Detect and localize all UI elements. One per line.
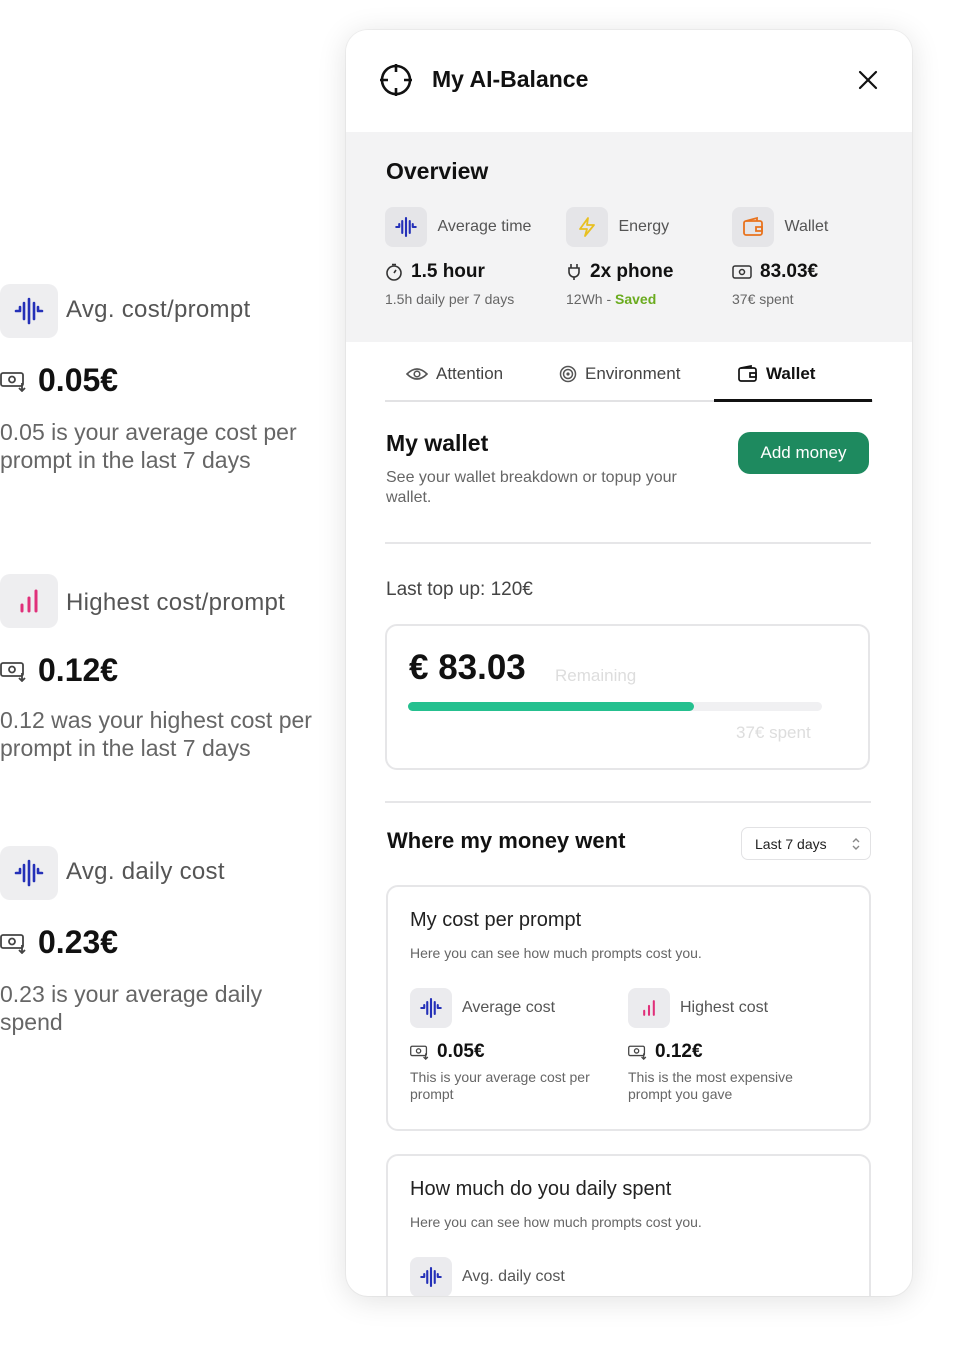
plug-icon	[568, 264, 580, 280]
overview-value: 83.03€	[732, 261, 828, 283]
money-icon	[410, 1045, 429, 1060]
wallet-desc: See your wallet breakdown or topup your …	[386, 469, 677, 506]
close-icon[interactable]	[858, 70, 878, 90]
wallet-icon	[738, 365, 757, 382]
overview-value: 2x phone	[566, 261, 673, 283]
left-label-avg-cost: Avg. cost/prompt	[66, 296, 251, 323]
last-topup: Last top up: 120€	[386, 579, 533, 600]
overview-heading: Overview	[386, 158, 489, 184]
daily-spend-card: How much do you daily spent Here you can…	[386, 1154, 871, 1296]
overview-label: Energy	[618, 218, 670, 235]
wallet-title: My wallet	[386, 430, 489, 456]
highest-cost-label: Highest cost	[680, 999, 769, 1016]
eye-icon	[406, 368, 428, 380]
left-desc-avg-cost: 0.05 is your average cost per prompt in …	[0, 419, 297, 473]
avg-cost-desc: This is your average cost per prompt	[410, 1069, 590, 1102]
avg-cost-header: Average cost	[410, 988, 555, 1028]
panel-title: My AI-Balance	[432, 66, 589, 92]
tab-wallet[interactable]: Wallet	[738, 364, 815, 384]
remaining-label: Remaining	[555, 666, 637, 685]
spent-label: 37€ spent	[736, 723, 811, 742]
tab-attention[interactable]: Attention	[406, 364, 503, 384]
money-icon	[628, 1045, 647, 1060]
card-desc: Here you can see how much prompts cost y…	[410, 945, 702, 961]
crosshair-icon	[380, 64, 412, 96]
overview-sub: 1.5h daily per 7 days	[385, 291, 515, 307]
left-value-avg-cost: 0.05€	[0, 362, 118, 399]
money-icon	[0, 661, 26, 682]
period-select[interactable]: Last 7 days	[741, 827, 871, 860]
highest-cost-desc: This is the most expensive prompt you ga…	[628, 1069, 793, 1102]
bar-icon	[628, 988, 670, 1028]
left-value-avg-daily: 0.23€	[0, 924, 118, 961]
progress-track	[408, 702, 822, 711]
wallet-icon	[732, 207, 774, 247]
card-title: My cost per prompt	[410, 909, 582, 931]
saved-label: Saved	[615, 291, 657, 307]
overview-section: Overview Average time 1.5 hour 1.5h dail…	[346, 132, 912, 342]
active-tab-indicator	[714, 399, 872, 402]
tab-environment[interactable]: Environment	[559, 364, 680, 384]
overview-label: Average time	[437, 218, 532, 235]
wave-icon	[385, 207, 427, 247]
wave-icon	[410, 988, 452, 1028]
highest-cost-value: 0.12€	[628, 1041, 703, 1063]
avg-cost-value: 0.05€	[410, 1041, 485, 1063]
avg-daily-header: Avg. daily cost	[410, 1257, 565, 1296]
overview-wallet: Wallet 83.03€ 37€ spent	[732, 207, 828, 307]
overview-sub: 12Wh - Saved	[566, 291, 657, 307]
card-title: How much do you daily spent	[410, 1178, 672, 1200]
avg-cost-label: Average cost	[462, 999, 556, 1016]
money-icon	[0, 371, 26, 392]
card-desc: Here you can see how much prompts cost y…	[410, 1214, 702, 1230]
add-money-button[interactable]: Add money	[738, 432, 869, 474]
overview-sub: 37€ spent	[732, 291, 794, 307]
ai-balance-panel: My AI-Balance Overview Average time 1.5 …	[346, 30, 912, 1296]
panel-header: My AI-Balance	[346, 30, 912, 132]
left-desc-avg-daily: 0.23 is your average daily spend	[0, 981, 263, 1035]
cost-per-prompt-card: My cost per prompt Here you can see how …	[386, 885, 871, 1131]
avg-daily-label: Avg. daily cost	[462, 1268, 565, 1285]
progress-fill	[408, 702, 694, 711]
money-icon	[732, 265, 752, 279]
target-icon	[559, 365, 577, 383]
highest-cost-header: Highest cost	[628, 988, 768, 1028]
money-title: Where my money went	[387, 828, 626, 853]
left-label-avg-daily: Avg. daily cost	[66, 858, 225, 885]
overview-average-time: Average time 1.5 hour 1.5h daily per 7 d…	[385, 207, 531, 307]
divider	[385, 801, 871, 803]
overview-value: 1.5 hour	[385, 261, 531, 283]
balance-card: € 83.03 Remaining 37€ spent	[385, 624, 870, 770]
lightning-icon	[566, 207, 608, 247]
balance-value: € 83.03	[409, 648, 526, 687]
wave-icon	[0, 284, 58, 338]
bar-icon	[0, 574, 58, 628]
divider	[385, 542, 871, 544]
stopwatch-icon	[386, 263, 402, 281]
left-value-highest-cost: 0.12€	[0, 652, 118, 689]
money-icon	[0, 933, 26, 954]
left-desc-highest-cost: 0.12 was your highest cost per prompt in…	[0, 707, 312, 761]
wave-icon	[0, 846, 58, 900]
wave-icon	[410, 1257, 452, 1296]
chevron-updown-icon	[852, 838, 860, 850]
left-label-highest-cost: Highest cost/prompt	[66, 589, 286, 616]
overview-label: Wallet	[784, 218, 829, 235]
overview-energy: Energy 2x phone 12Wh - Saved	[566, 207, 673, 307]
